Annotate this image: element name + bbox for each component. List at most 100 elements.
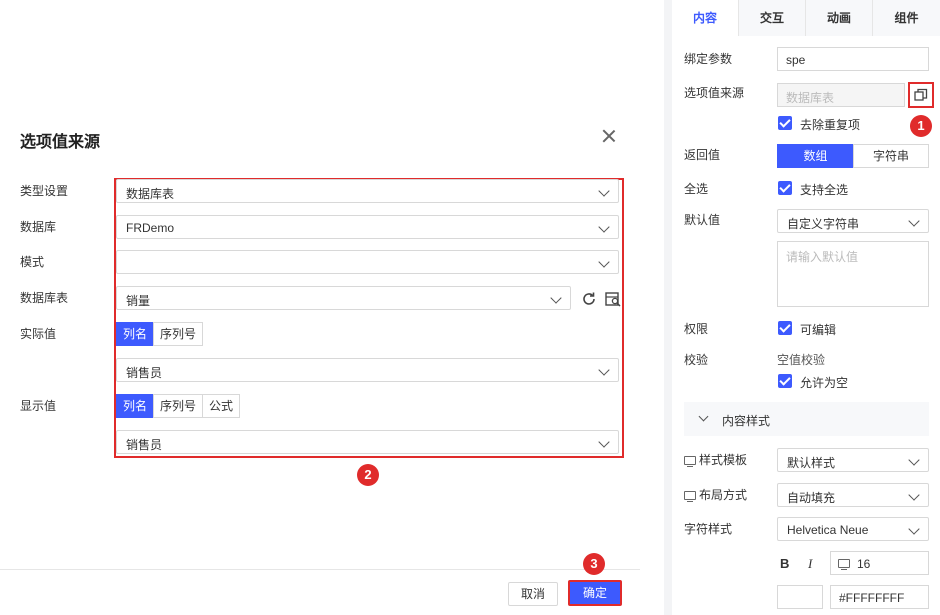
table-select-value: 销量 (126, 294, 151, 308)
schema-select[interactable] (116, 250, 619, 274)
option-source-label: 选项值来源 (684, 86, 745, 100)
cancel-button[interactable]: 取消 (508, 582, 558, 606)
actual-mode-column[interactable]: 列名 (116, 322, 155, 346)
font-style-label: 字符样式 (684, 522, 733, 536)
display-mode-formula[interactable]: 公式 (202, 394, 241, 418)
display-value-select[interactable]: 销售员 (116, 430, 619, 454)
option-source-dialog: 选项值来源 类型设置 数据库 模式 数据库表 实际值 显示值 数据库表 FRDe… (0, 100, 640, 615)
display-mode-index[interactable]: 序列号 (153, 394, 204, 418)
display-value-mode: 列名 序列号 公式 (116, 394, 241, 418)
style-template-label: 样式模板 (684, 451, 747, 468)
edit-source-button[interactable] (908, 82, 934, 108)
font-size-input[interactable]: 16 (830, 551, 929, 575)
dialog-footer-divider (0, 569, 640, 570)
default-value-placeholder: 请输入默认值 (786, 250, 859, 264)
table-label: 数据库表 (20, 291, 69, 305)
actual-value-mode: 列名 序列号 (116, 322, 204, 346)
chevron-down-icon (550, 292, 562, 304)
italic-button[interactable]: I (808, 556, 812, 572)
refresh-icon[interactable] (580, 290, 598, 308)
allow-empty-label: 允许为空 (800, 376, 849, 390)
empty-check-label: 空值校验 (777, 353, 826, 367)
confirm-button[interactable]: 确定 (568, 580, 622, 606)
layout-select[interactable]: 自动填充 (777, 483, 929, 507)
color-hex-input[interactable]: #FFFFFFFF (830, 585, 929, 609)
tab-interaction[interactable]: 交互 (739, 0, 806, 36)
schema-label: 模式 (20, 255, 45, 269)
copy-icon (914, 88, 928, 101)
font-family-select[interactable]: Helvetica Neue (777, 517, 929, 541)
dedupe-label: 去除重复项 (800, 118, 861, 132)
default-value-select-value: 自定义字符串 (787, 217, 860, 231)
chevron-down-icon (908, 489, 920, 501)
panel-divider (664, 0, 672, 615)
actual-value-label: 实际值 (20, 327, 57, 341)
style-template-select[interactable]: 默认样式 (777, 448, 929, 472)
font-family-value: Helvetica Neue (787, 523, 869, 537)
type-select[interactable]: 数据库表 (116, 179, 619, 203)
select-all-label: 全选 (684, 182, 709, 196)
style-template-value: 默认样式 (787, 456, 836, 470)
preview-table-icon[interactable] (604, 290, 622, 308)
database-select[interactable]: FRDemo (116, 215, 619, 239)
bind-param-label: 绑定参数 (684, 52, 733, 66)
bind-param-value: spe (786, 53, 806, 67)
database-label: 数据库 (20, 220, 57, 234)
tab-content[interactable]: 内容 (672, 0, 739, 36)
option-source-value: 数据库表 (786, 91, 835, 105)
select-all-checkbox[interactable] (778, 181, 792, 195)
monitor-icon (684, 491, 696, 502)
default-value-select[interactable]: 自定义字符串 (777, 209, 929, 233)
type-select-value: 数据库表 (126, 187, 175, 201)
step-badge-2: 2 (357, 464, 379, 486)
monitor-icon (684, 456, 696, 467)
actual-mode-index[interactable]: 序列号 (153, 322, 204, 346)
type-label: 类型设置 (20, 184, 69, 198)
chevron-down-icon (598, 185, 610, 197)
option-source-input: 数据库表 (777, 83, 905, 107)
properties-panel: 内容 交互 动画 组件 绑定参数 spe 选项值来源 数据库表 1 去除重复项 … (672, 0, 940, 615)
default-value-label: 默认值 (684, 213, 721, 227)
chevron-down-icon (908, 215, 920, 227)
layout-text: 布局方式 (699, 488, 748, 502)
dedupe-checkbox[interactable] (778, 116, 792, 130)
chevron-down-icon (698, 411, 709, 422)
return-value-toggle: 数组 字符串 (777, 144, 929, 168)
close-icon[interactable] (600, 127, 618, 145)
return-array-option[interactable]: 数组 (777, 144, 854, 168)
display-mode-column[interactable]: 列名 (116, 394, 155, 418)
tab-widget[interactable]: 组件 (873, 0, 940, 36)
select-all-check-label: 支持全选 (800, 183, 849, 197)
chevron-down-icon (908, 454, 920, 466)
content-style-section[interactable]: 内容样式 (684, 402, 929, 436)
chevron-down-icon (908, 523, 920, 535)
chevron-down-icon (598, 364, 610, 376)
panel-tabs: 内容 交互 动画 组件 (672, 0, 940, 36)
chevron-down-icon (598, 221, 610, 233)
actual-value-select[interactable]: 销售员 (116, 358, 619, 382)
color-swatch[interactable] (777, 585, 823, 609)
editable-label: 可编辑 (800, 323, 837, 337)
chevron-down-icon (598, 436, 610, 448)
monitor-icon (838, 559, 850, 570)
tab-animation[interactable]: 动画 (806, 0, 873, 36)
default-value-input[interactable]: 请输入默认值 (777, 241, 929, 307)
style-template-text: 样式模板 (699, 453, 748, 467)
display-value-select-value: 销售员 (126, 438, 163, 452)
permission-label: 权限 (684, 322, 709, 336)
database-select-value: FRDemo (126, 221, 175, 235)
dialog-title: 选项值来源 (20, 134, 101, 151)
layout-label: 布局方式 (684, 486, 747, 503)
step-badge-3: 3 (583, 553, 605, 575)
bind-param-input[interactable]: spe (777, 47, 929, 71)
return-string-option[interactable]: 字符串 (853, 144, 929, 168)
allow-empty-checkbox[interactable] (778, 374, 792, 388)
content-style-title: 内容样式 (722, 414, 771, 428)
editable-checkbox[interactable] (778, 321, 792, 335)
validate-label: 校验 (684, 353, 709, 367)
return-value-label: 返回值 (684, 148, 721, 162)
font-size-value: 16 (857, 557, 871, 571)
layout-value: 自动填充 (787, 491, 836, 505)
bold-button[interactable]: B (780, 556, 789, 571)
table-select[interactable]: 销量 (116, 286, 571, 310)
